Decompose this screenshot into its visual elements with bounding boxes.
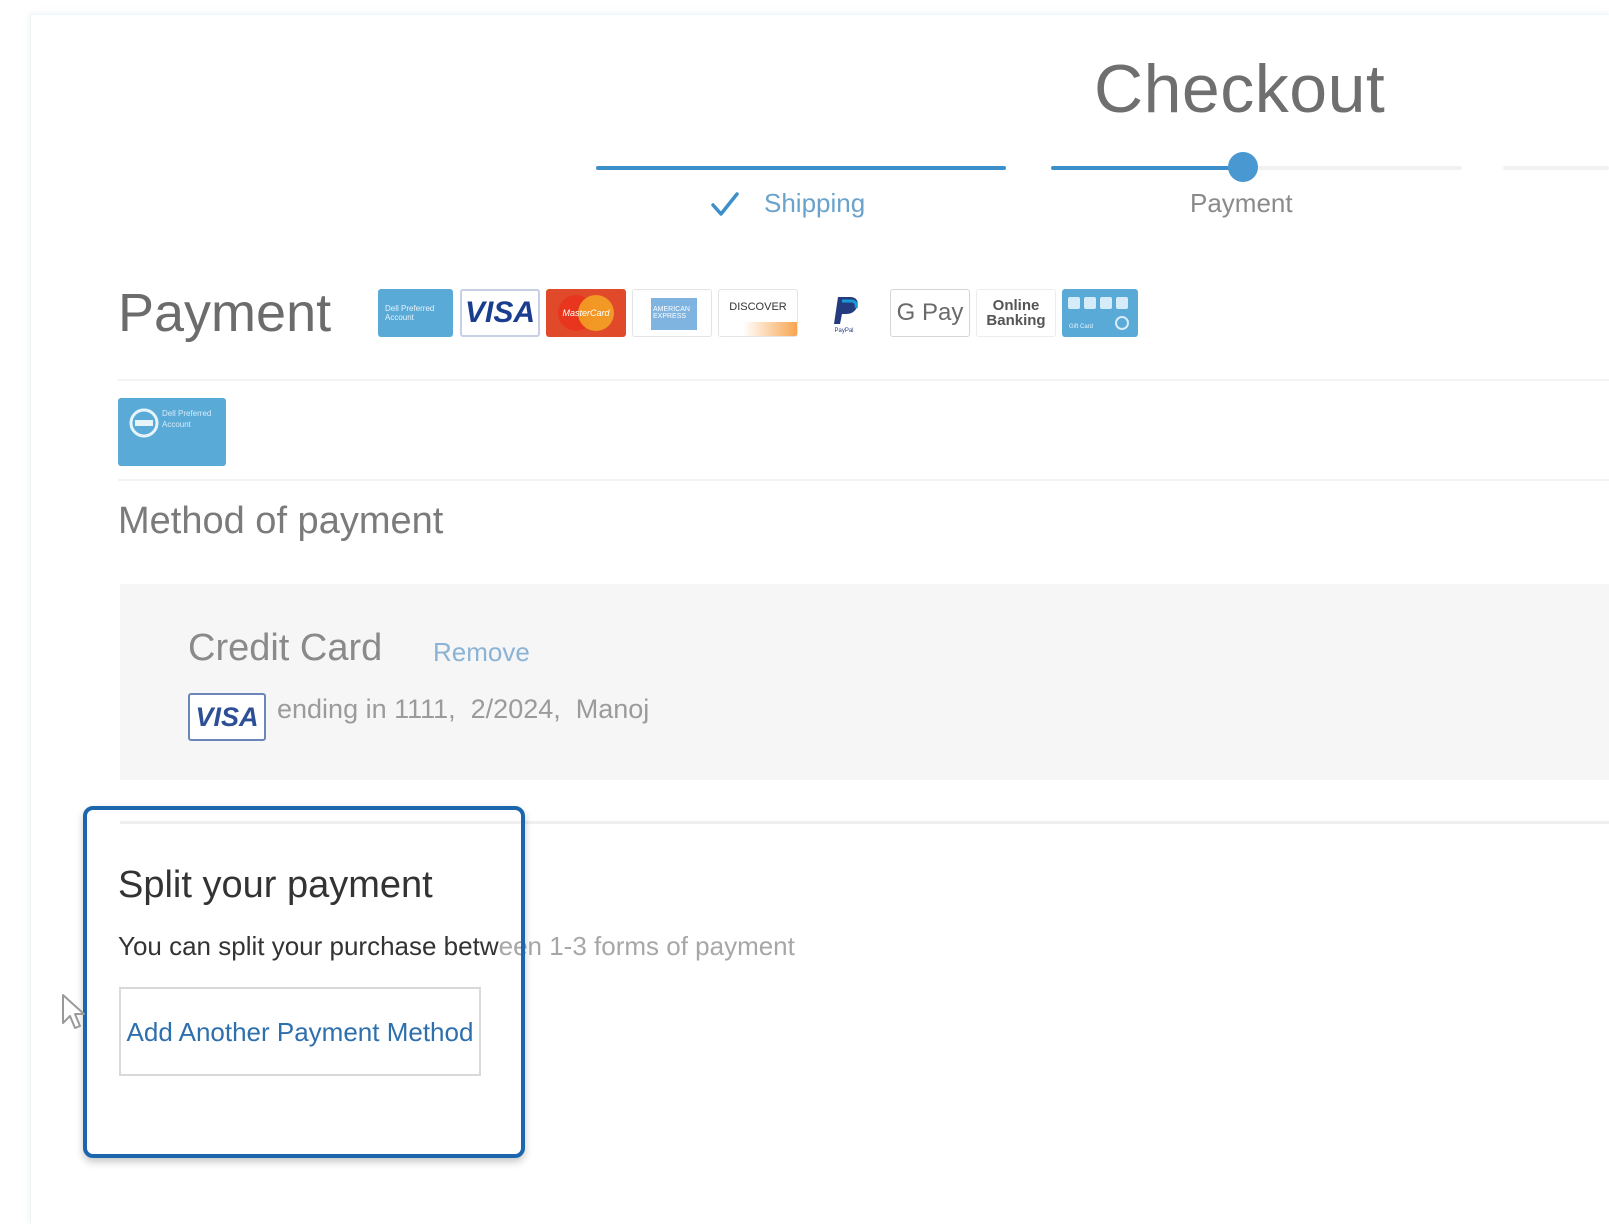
card-details: ending in 1111, 2/2024, Manoj <box>277 694 650 724</box>
step-payment-line-remaining <box>1244 166 1462 170</box>
online-banking-logo: Online Banking <box>976 289 1056 337</box>
step-review-line <box>1503 166 1609 170</box>
step-shipping-label[interactable]: Shipping <box>764 188 865 219</box>
visa-card-icon: VISA <box>188 693 266 741</box>
mouse-cursor-icon <box>62 994 85 1029</box>
highlight-box <box>83 806 525 1158</box>
remove-link[interactable]: Remove <box>433 637 530 668</box>
paypal-logo: PayPal <box>804 289 884 337</box>
gift-card-logo: Gift Card <box>1062 289 1138 337</box>
check-icon <box>711 192 739 216</box>
dell-preferred-account-logo: Dell Preferred Account <box>378 289 453 337</box>
page-title: Checkout <box>1094 51 1386 127</box>
dell-preferred-account-option[interactable]: Dell Preferred Account <box>118 398 226 466</box>
divider <box>118 479 1609 481</box>
step-payment-label: Payment <box>1190 188 1293 218</box>
american-express-logo: AMERICAN EXPRESS <box>632 289 712 337</box>
discover-logo: DISCOVER <box>718 289 798 337</box>
mastercard-logo: MasterCard <box>546 289 626 337</box>
step-payment-line-progress <box>1051 166 1244 170</box>
google-pay-logo: G Pay <box>890 289 970 337</box>
visa-logo: VISA <box>460 289 540 337</box>
method-of-payment-heading: Method of payment <box>118 500 444 542</box>
divider <box>118 379 1609 381</box>
credit-card-panel <box>120 584 1609 780</box>
credit-card-title: Credit Card <box>188 627 383 669</box>
step-current-dot <box>1228 152 1258 182</box>
step-shipping-line <box>596 166 1006 170</box>
payment-heading: Payment <box>118 283 332 343</box>
